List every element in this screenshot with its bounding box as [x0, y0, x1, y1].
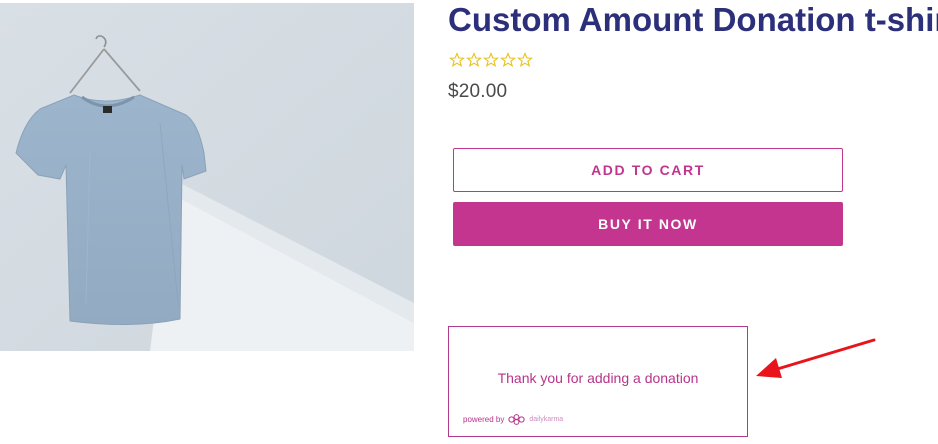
add-to-cart-button[interactable]: ADD TO CART — [453, 148, 843, 192]
star-outline-icon — [466, 52, 482, 68]
tshirt-photo — [0, 3, 414, 351]
product-price: $20.00 — [448, 81, 508, 102]
donation-widget: Thank you for adding a donation powered … — [448, 326, 748, 437]
dailykarma-logo-icon — [508, 414, 525, 425]
star-outline-icon — [483, 52, 499, 68]
powered-by-label: powered by — [463, 415, 505, 424]
product-title: Custom Amount Donation t-shirt — [448, 1, 938, 38]
powered-by[interactable]: powered by dailykarma — [463, 414, 563, 425]
buy-it-now-button[interactable]: BUY IT NOW — [453, 202, 843, 246]
star-outline-icon — [449, 52, 465, 68]
star-outline-icon — [500, 52, 516, 68]
product-rating[interactable] — [449, 52, 533, 68]
provider-name: dailykarma — [529, 416, 564, 423]
donation-message: Thank you for adding a donation — [497, 370, 699, 386]
star-outline-icon — [517, 52, 533, 68]
product-image[interactable] — [0, 3, 414, 351]
red-arrow-icon — [752, 336, 878, 380]
